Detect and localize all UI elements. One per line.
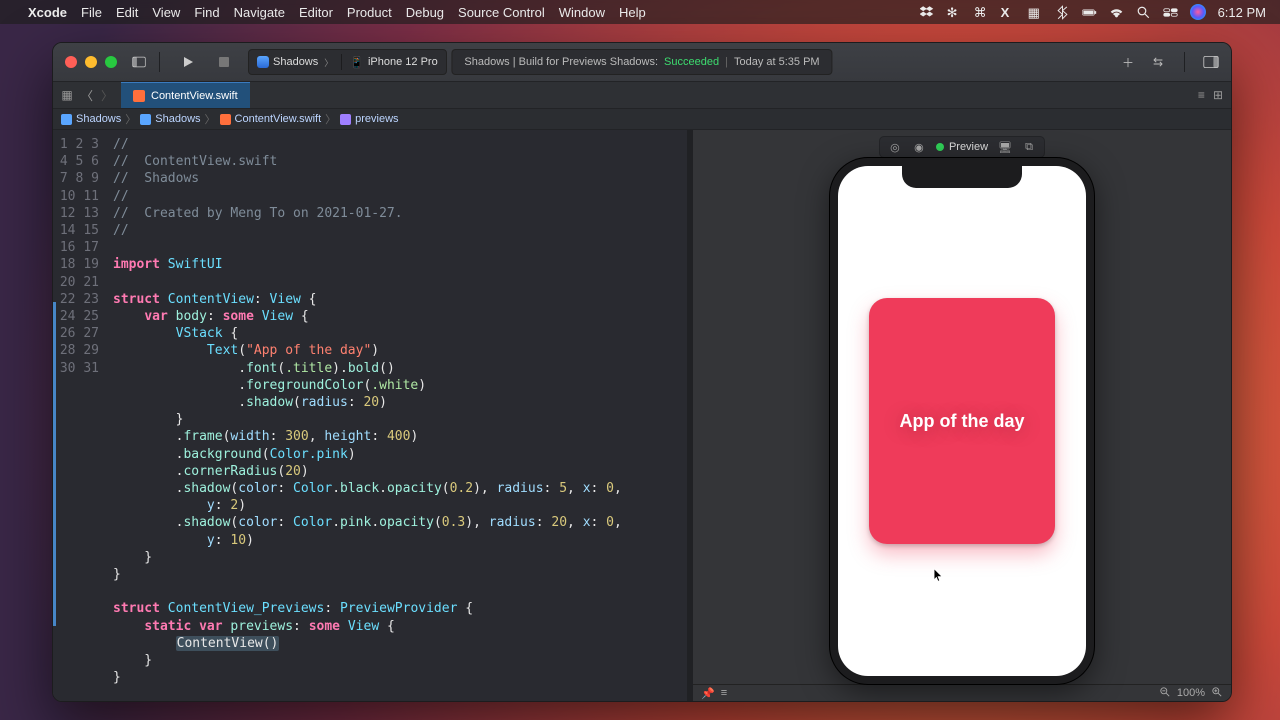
swift-file-icon — [220, 114, 231, 125]
zoom-level[interactable]: 100% — [1177, 687, 1205, 699]
preview-symbol-icon — [340, 114, 351, 125]
pin-preview-button[interactable]: 📌 — [701, 687, 715, 700]
zoom-out-button[interactable] — [1159, 686, 1171, 701]
editor-tabbar: ▦ 〈 〉 ContentView.swift ≡ ⊞ — [53, 82, 1231, 109]
status-item-3-icon[interactable]: ▦ — [1028, 5, 1043, 20]
scheme-selector[interactable]: Shadows 〉 📱 iPhone 12 Pro — [248, 49, 447, 75]
nav-back-button[interactable]: 〈 — [79, 87, 95, 103]
toggle-inspectors-button[interactable] — [1201, 52, 1221, 72]
device-frame: App of the day — [830, 158, 1094, 684]
preview-canvas: ◎ ◉ Preview 🖥 ⧉ — [693, 130, 1231, 701]
source-editor[interactable]: 1 2 3 4 5 6 7 8 9 10 11 12 13 14 15 16 1… — [53, 130, 687, 701]
window-traffic-lights — [53, 56, 117, 68]
zoom-in-button[interactable] — [1211, 686, 1223, 701]
menu-find[interactable]: Find — [194, 5, 219, 20]
spotlight-icon[interactable] — [1136, 5, 1151, 20]
change-indicator — [53, 302, 56, 626]
menu-help[interactable]: Help — [619, 5, 646, 20]
bluetooth-icon[interactable] — [1055, 5, 1070, 20]
simulator-icon: 📱 — [350, 56, 364, 69]
toggle-sidebar-button[interactable] — [125, 50, 153, 74]
macos-menubar: Xcode File Edit View Find Navigate Edito… — [0, 0, 1280, 24]
line-gutter: 1 2 3 4 5 6 7 8 9 10 11 12 13 14 15 16 1… — [53, 130, 107, 701]
menu-edit[interactable]: Edit — [116, 5, 138, 20]
preview-card-text: App of the day — [900, 411, 1025, 432]
library-button[interactable]: ⇆ — [1148, 52, 1168, 72]
scheme-device[interactable]: 📱 iPhone 12 Pro — [342, 56, 445, 69]
app-menu[interactable]: Xcode — [28, 5, 67, 20]
crumb-folder[interactable]: Shadows — [155, 113, 200, 125]
clock[interactable]: 6:12 PM — [1218, 5, 1266, 20]
scheme-target[interactable]: Shadows 〉 — [249, 56, 341, 69]
jump-bar[interactable]: Shadows 〉 Shadows 〉 ContentView.swift 〉 … — [53, 109, 1231, 130]
menu-editor[interactable]: Editor — [299, 5, 333, 20]
minimize-button[interactable] — [85, 56, 97, 68]
canvas-toolbar: ◎ ◉ Preview 🖥 ⧉ — [693, 136, 1231, 158]
preview-card: App of the day — [869, 298, 1055, 544]
gear-icon[interactable]: ✻ — [947, 5, 962, 20]
swift-file-icon — [133, 90, 145, 102]
app-icon — [257, 56, 269, 68]
preview-status-dot — [936, 143, 944, 151]
preview-label: Preview — [949, 141, 988, 153]
add-button[interactable]: ＋ — [1118, 52, 1138, 72]
canvas-options-button[interactable]: ≡ — [721, 687, 727, 699]
menu-product[interactable]: Product — [347, 5, 392, 20]
wifi-icon[interactable] — [1109, 5, 1124, 20]
fullscreen-button[interactable] — [105, 56, 117, 68]
inspect-preview-icon[interactable]: ◉ — [912, 140, 926, 154]
chevron-right-icon: 〉 — [324, 56, 333, 69]
project-icon — [61, 114, 72, 125]
editor-options-button[interactable]: ≡ — [1198, 88, 1205, 102]
add-editor-button[interactable]: ⊞ — [1213, 88, 1223, 102]
activity-time: Today at 5:35 PM — [734, 56, 820, 68]
close-button[interactable] — [65, 56, 77, 68]
run-button[interactable] — [174, 50, 202, 74]
stop-button[interactable] — [210, 50, 238, 74]
status-item-2-icon[interactable]: X — [1001, 5, 1016, 20]
siri-icon[interactable] — [1190, 4, 1206, 20]
scheme-device-label: iPhone 12 Pro — [368, 56, 438, 68]
code-content[interactable]: // // ContentView.swift // Shadows // //… — [107, 130, 687, 701]
status-item-1-icon[interactable]: ⌘ — [974, 5, 989, 20]
tab-label: ContentView.swift — [151, 90, 238, 102]
xcode-toolbar: Shadows 〉 📱 iPhone 12 Pro Shadows | Buil… — [53, 43, 1231, 82]
menu-window[interactable]: Window — [559, 5, 605, 20]
device-settings-icon[interactable]: 🖥 — [998, 140, 1012, 154]
folder-icon — [140, 114, 151, 125]
menu-navigate[interactable]: Navigate — [234, 5, 285, 20]
duplicate-preview-icon[interactable]: ⧉ — [1022, 140, 1036, 154]
activity-viewer[interactable]: Shadows | Build for Previews Shadows: Su… — [451, 49, 832, 75]
menu-source-control[interactable]: Source Control — [458, 5, 545, 20]
dropbox-icon[interactable] — [920, 5, 935, 20]
live-preview-icon[interactable]: ◎ — [888, 140, 902, 154]
device-screen[interactable]: App of the day — [838, 166, 1086, 676]
canvas-footer: 📌 ≡ 100% — [693, 684, 1231, 701]
menu-view[interactable]: View — [152, 5, 180, 20]
tab-contentview[interactable]: ContentView.swift — [121, 82, 250, 108]
battery-icon[interactable] — [1082, 5, 1097, 20]
xcode-window: Shadows 〉 📱 iPhone 12 Pro Shadows | Buil… — [52, 42, 1232, 702]
crumb-symbol[interactable]: previews — [355, 113, 398, 125]
device-notch — [902, 166, 1022, 188]
activity-text: Shadows | Build for Previews Shadows: — [464, 56, 658, 68]
canvas-area[interactable]: App of the day — [693, 158, 1231, 684]
nav-forward-button[interactable]: 〉 — [99, 87, 115, 103]
activity-status: Succeeded — [664, 56, 719, 68]
menu-debug[interactable]: Debug — [406, 5, 444, 20]
crumb-project[interactable]: Shadows — [76, 113, 121, 125]
menu-file[interactable]: File — [81, 5, 102, 20]
control-center-icon[interactable] — [1163, 5, 1178, 20]
scheme-target-label: Shadows — [273, 56, 318, 68]
related-items-button[interactable]: ▦ — [59, 87, 75, 103]
crumb-file[interactable]: ContentView.swift — [235, 113, 322, 125]
